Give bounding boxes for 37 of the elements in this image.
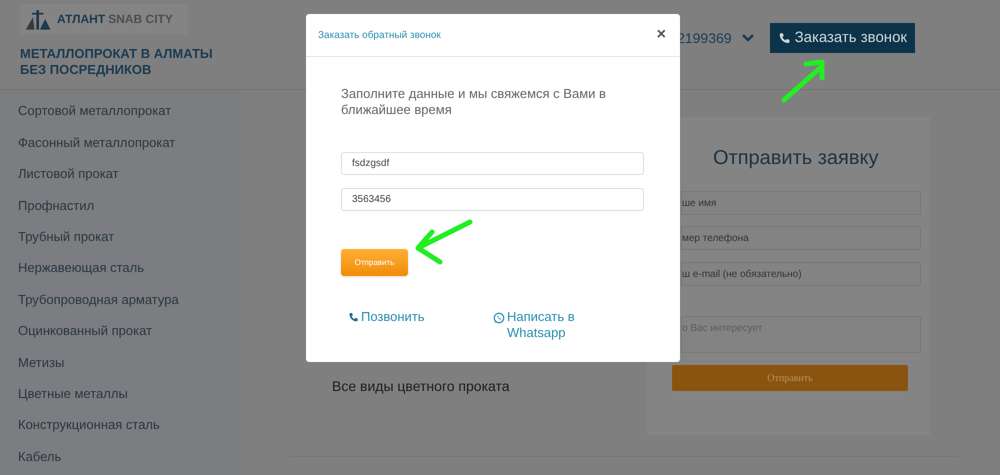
input-field[interactable]: мер телефона bbox=[681, 226, 921, 250]
request-title: Отправить заявку bbox=[713, 146, 878, 171]
call-button[interactable]: Заказать звонок bbox=[770, 23, 915, 53]
input-field[interactable]: fsdzgsdf bbox=[341, 152, 644, 175]
chevron-down-icon[interactable] bbox=[742, 34, 754, 42]
input-field[interactable]: ше имя bbox=[681, 191, 921, 215]
logo-suffix: SNAB CITY bbox=[108, 11, 173, 28]
input-field[interactable]: ш e-mail (не обязательно) bbox=[681, 262, 921, 286]
logo-brand: АТЛАНТ bbox=[57, 11, 106, 28]
logo[interactable]: АТЛАНТ SNAB CITY bbox=[20, 4, 188, 34]
phone-icon bbox=[778, 32, 791, 44]
sidebar-item[interactable]: Нержавеющая сталь bbox=[8, 252, 232, 284]
sidebar-item[interactable]: Профнастил bbox=[8, 190, 232, 222]
sidebar-item[interactable]: Трубопроводная арматура bbox=[8, 284, 232, 316]
submit-button[interactable]: Отправить bbox=[672, 365, 908, 391]
sidebar-item[interactable]: Кабель bbox=[8, 441, 232, 473]
close-button[interactable]: × bbox=[656, 27, 666, 43]
tagline: МЕТАЛЛОПРОКАТ В АЛМАТЫ bbox=[20, 46, 214, 62]
input-field[interactable]: 3563456 bbox=[341, 188, 644, 211]
modal-title: Заказать обратный звонок bbox=[318, 28, 441, 42]
sidebar-item[interactable]: Оцинкованный прокат bbox=[8, 316, 232, 348]
sidebar-item[interactable]: Конструкционная сталь bbox=[8, 410, 232, 442]
sidebar-item[interactable]: Трубный прокат bbox=[8, 222, 232, 253]
whatsapp-icon bbox=[493, 312, 505, 324]
tagline: БЕЗ ПОСРЕДНИКОВ bbox=[20, 62, 152, 78]
contact-link[interactable]: Написать в Whatsapp bbox=[493, 309, 603, 341]
sidebar-item[interactable]: Фасонный металлопрокат bbox=[8, 127, 232, 159]
sidebar-item[interactable]: Листовой прокат bbox=[8, 158, 232, 190]
sidebar-item[interactable]: Метизы bbox=[8, 347, 232, 379]
content-text: Все виды цветного проката bbox=[332, 377, 510, 396]
sidebar-item[interactable]: Цветные металлы bbox=[8, 378, 232, 410]
phone-icon bbox=[348, 312, 359, 323]
submit-button[interactable]: Отправить bbox=[341, 249, 408, 276]
contact-link[interactable]: Позвонить bbox=[341, 309, 493, 325]
phone-number[interactable]: 2199369 bbox=[677, 28, 732, 48]
modal-message: Заполните данные и мы свяжемся с Вами в ближайшее время bbox=[341, 86, 607, 118]
sidebar-item[interactable]: Сортовой металлопрокат bbox=[8, 96, 232, 128]
